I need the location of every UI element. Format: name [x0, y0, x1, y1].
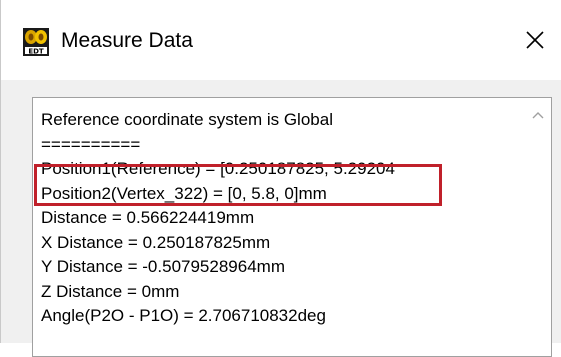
measure-data-window: EDT Measure Data Reference coordinate sy… — [0, 0, 561, 357]
dialog-body: Reference coordinate system is Global ==… — [1, 80, 561, 357]
edt-app-icon: EDT — [23, 28, 49, 56]
measurement-line: Y Distance = -0.5079528964mm — [41, 257, 285, 276]
measurement-line: Reference coordinate system is Global — [41, 110, 333, 129]
close-button[interactable] — [515, 22, 555, 58]
svg-text:EDT: EDT — [28, 48, 44, 56]
measurement-line: Angle(P2O - P1O) = 2.706710832deg — [41, 306, 326, 325]
window-title: Measure Data — [61, 29, 193, 52]
close-icon — [526, 31, 544, 49]
vertical-scrollbar[interactable] — [525, 98, 551, 356]
measurement-line: X Distance = 0.250187825mm — [41, 232, 271, 252]
measurement-line: Distance = 0.566224419mm — [41, 208, 255, 227]
measurement-line: Z Distance = 0mm — [41, 281, 180, 301]
highlight-annotation-box — [34, 164, 442, 206]
measurement-output-box[interactable]: Reference coordinate system is Global ==… — [32, 97, 552, 357]
scroll-up-arrow-icon[interactable] — [531, 108, 545, 122]
measurement-line: ========== — [41, 134, 141, 154]
measurement-lines: Reference coordinate system is Global ==… — [41, 108, 523, 329]
title-bar: EDT Measure Data — [1, 0, 561, 80]
